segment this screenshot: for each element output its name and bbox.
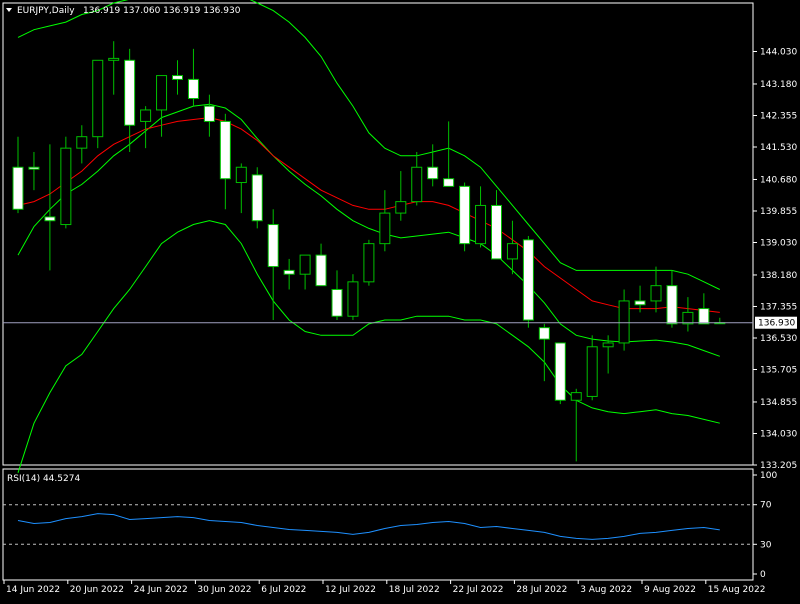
candle-body — [219, 120, 231, 180]
candle-body — [92, 59, 104, 138]
candle[interactable] — [522, 236, 534, 328]
date-tick-label: 9 Aug 2022 — [644, 585, 696, 595]
rsi-tick-label: 30 — [760, 540, 772, 550]
candle-body — [76, 136, 88, 149]
candle-body — [698, 308, 710, 325]
candle-body — [666, 285, 678, 325]
candle-body — [203, 105, 215, 122]
candle-body — [283, 269, 295, 275]
candle-body — [443, 178, 455, 187]
date-tick-label: 12 Jul 2022 — [325, 585, 376, 595]
candle-body — [586, 346, 598, 397]
candle-body — [395, 201, 407, 214]
price-tick-label: 134.030 — [760, 429, 797, 439]
date-tick-label: 6 Jul 2022 — [261, 585, 306, 595]
date-tick-label: 28 Jul 2022 — [516, 585, 567, 595]
candle-body — [475, 204, 487, 245]
candle-body — [235, 166, 247, 184]
candle-body — [538, 327, 550, 340]
price-tick-label: 134.855 — [760, 398, 797, 408]
date-tick-label: 15 Aug 2022 — [708, 585, 766, 595]
price-tick-label: 137.355 — [760, 302, 797, 312]
date-tick-label: 18 Jul 2022 — [389, 585, 440, 595]
chart-background — [0, 0, 800, 600]
price-tick-label: 143.180 — [760, 80, 797, 90]
candle-body — [44, 216, 56, 222]
candle-body — [570, 392, 582, 401]
candle-body — [140, 109, 152, 122]
candle[interactable] — [363, 239, 375, 286]
candle[interactable] — [60, 136, 72, 229]
candle-body — [363, 243, 375, 283]
candle-body — [108, 57, 120, 61]
price-tick-label: 141.530 — [760, 143, 797, 153]
ohlc-readout: 136.919 137.060 136.919 136.930 — [83, 6, 241, 16]
date-tick-label: 14 Jun 2022 — [6, 585, 60, 595]
candle-body — [60, 147, 72, 226]
candle-body — [634, 300, 646, 306]
candle-body — [522, 239, 534, 321]
price-tick-label: 139.855 — [760, 207, 797, 217]
price-tick-label: 135.705 — [760, 366, 797, 376]
candle-body — [602, 342, 614, 348]
candle-body — [554, 342, 566, 401]
candle-body — [331, 288, 343, 317]
rsi-label: RSI(14) 44.5274 — [7, 474, 80, 484]
date-tick-label: 30 Jun 2022 — [197, 585, 251, 595]
candle[interactable] — [554, 342, 566, 405]
candle-body — [459, 185, 471, 245]
date-tick-label: 24 Jun 2022 — [134, 585, 188, 595]
price-tick-label: 133.205 — [760, 461, 797, 471]
candle-body — [618, 300, 630, 344]
candle-body — [315, 254, 327, 287]
candle-body — [650, 285, 662, 302]
date-tick-label: 3 Aug 2022 — [580, 585, 632, 595]
candle-body — [156, 75, 168, 111]
price-tick-label: 136.530 — [760, 334, 797, 344]
candle-body — [12, 166, 24, 210]
date-tick-label: 22 Jul 2022 — [453, 585, 504, 595]
candle-body — [491, 204, 502, 260]
candle-body — [347, 281, 359, 317]
rsi-tick-label: 0 — [760, 570, 766, 580]
candle-body — [267, 224, 279, 268]
candle-body — [172, 75, 183, 80]
date-tick-label: 20 Jun 2022 — [70, 585, 124, 595]
rsi-tick-label: 70 — [760, 501, 772, 511]
candle-body — [251, 174, 263, 222]
candle-body — [299, 254, 311, 275]
chart-window[interactable]: 144.030 143.180 142.355 141.530 140.680 139.8… — [0, 0, 800, 600]
candle-body — [187, 78, 199, 99]
candle[interactable] — [92, 59, 104, 149]
symbol-title: EURJPY,Daily — [17, 6, 75, 16]
candle-body — [124, 59, 136, 126]
candle-body — [411, 166, 423, 203]
price-tick-label: 144.030 — [760, 48, 797, 58]
candle-body — [506, 243, 518, 260]
price-tick-label: 140.680 — [760, 175, 797, 185]
candle-body — [379, 212, 391, 245]
candle[interactable] — [251, 167, 263, 229]
price-tick-label: 138.180 — [760, 271, 797, 281]
candle-body — [682, 311, 694, 325]
candle-body — [427, 166, 439, 180]
current-price-label: 136.930 — [758, 319, 795, 329]
candle-body — [28, 166, 40, 170]
price-tick-label: 139.030 — [760, 238, 797, 248]
candle[interactable] — [459, 182, 471, 252]
price-tick-label: 142.355 — [760, 111, 797, 121]
rsi-tick-label: 100 — [760, 471, 777, 481]
chart-canvas[interactable]: 144.030 143.180 142.355 141.530 140.680 139.8… — [0, 0, 800, 600]
